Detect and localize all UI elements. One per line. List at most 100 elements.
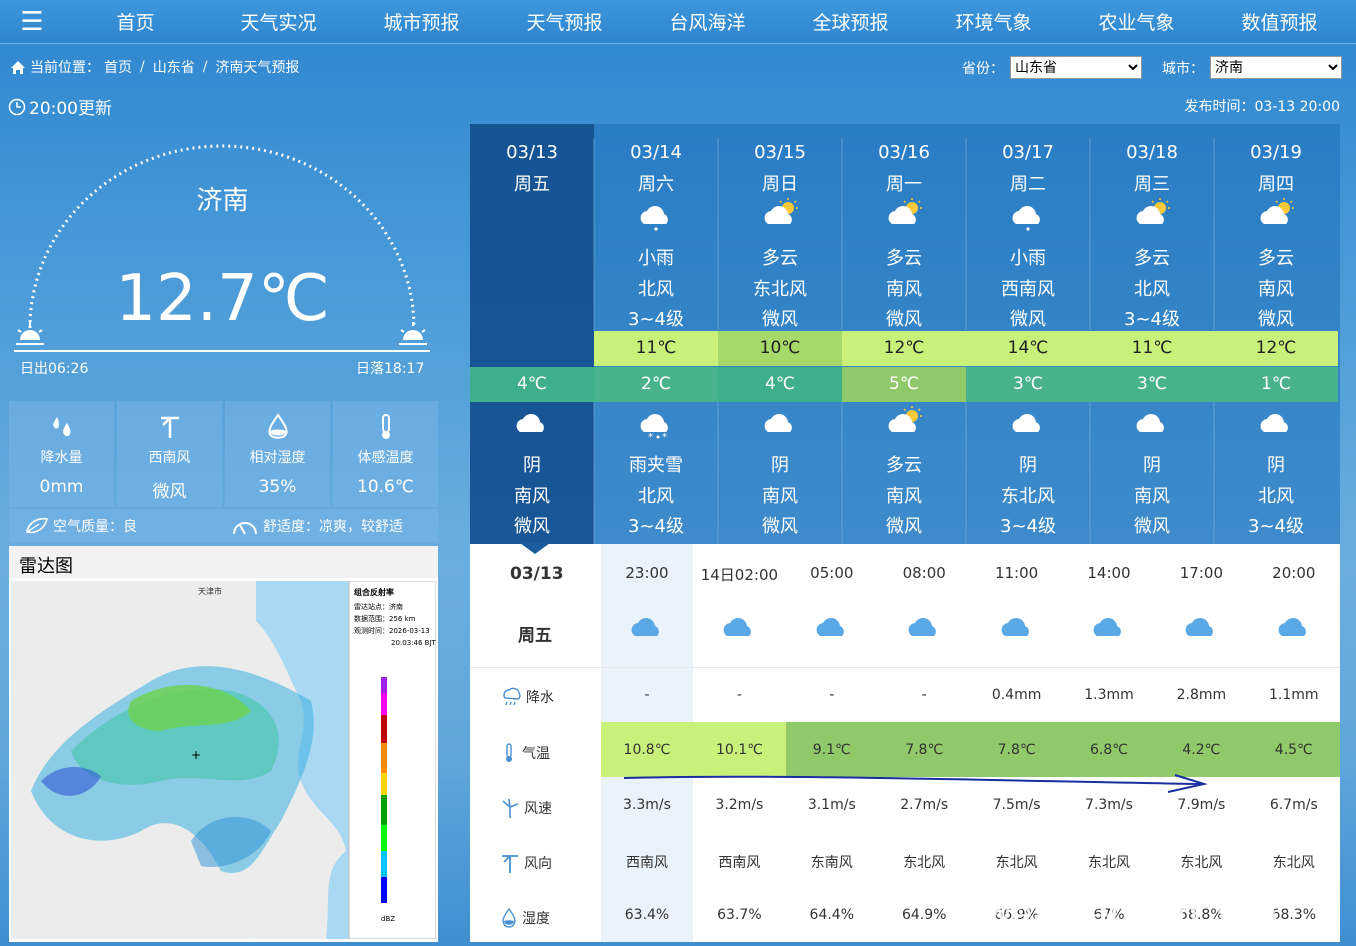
thermometer-icon xyxy=(506,743,512,762)
breadcrumb-home[interactable]: 首页 xyxy=(104,57,132,77)
hour-wind-dir: 西南风 xyxy=(626,855,668,871)
cloud-icon xyxy=(1256,406,1296,445)
day-low-temp: 2℃ xyxy=(594,367,718,402)
day-wind: 北风 xyxy=(1134,279,1170,300)
day-wind-level: 微风 xyxy=(762,309,798,330)
windmill-icon xyxy=(502,798,519,818)
nav-env[interactable]: 环境气象 xyxy=(922,8,1065,35)
leaf-icon xyxy=(26,517,48,533)
cloud-icon xyxy=(786,610,878,648)
day-high-temp: 12℃ xyxy=(1214,331,1338,366)
stat-feels-value: 10.6℃ xyxy=(357,477,414,497)
hour-humidity: 64.4% xyxy=(809,907,855,923)
nav-typhoon[interactable]: 台风海洋 xyxy=(636,8,779,35)
city-select[interactable]: 济南 xyxy=(1210,56,1342,79)
radar-panel: 雷达图 + 天津市 组合反射率 雷达站点：济南 数据范围：256 km 观测时间… xyxy=(9,546,438,942)
day-week: 周日 xyxy=(762,174,798,195)
rain-cloud-icon xyxy=(1155,610,1247,648)
svg-text:*: * xyxy=(662,432,667,440)
day-date: 03/16 xyxy=(878,142,930,163)
stat-precip: 降水量 0mm xyxy=(9,401,114,507)
comfort-index: 舒适度：凉爽，较舒适 xyxy=(263,518,403,535)
nav-global[interactable]: 全球预报 xyxy=(779,8,922,35)
hour-wind-dir: 东北风 xyxy=(1272,855,1315,871)
hour-rain: 0.4mm xyxy=(991,687,1042,703)
province-select[interactable]: 山东省 xyxy=(1010,56,1142,79)
hour-temp: 7.8℃ xyxy=(997,742,1036,758)
night-wind: 东北风 xyxy=(1001,486,1055,507)
day-week: 周五 xyxy=(514,174,550,195)
wind-vane-icon xyxy=(502,855,518,873)
day-date: 03/18 xyxy=(1126,142,1178,163)
rain-cloud-icon xyxy=(1248,610,1340,648)
day-weather: 多云 xyxy=(1258,248,1294,269)
day-week: 周二 xyxy=(1010,174,1046,195)
day-wind: 东北风 xyxy=(753,279,807,300)
day-high-temp: 14℃ xyxy=(966,331,1090,366)
nav-home[interactable]: 首页 xyxy=(64,8,207,35)
night-wind-level: 微风 xyxy=(886,516,922,537)
stat-feels: 体感温度 10.6℃ xyxy=(333,401,438,507)
day-date: 03/13 xyxy=(506,142,558,163)
svg-text:+: + xyxy=(191,748,201,762)
hour-temp: 6.8℃ xyxy=(1090,742,1128,758)
hour-time: 23:00 xyxy=(625,564,669,582)
nav-live[interactable]: 天气实况 xyxy=(207,8,350,35)
night-wind-level: 3~4级 xyxy=(628,516,684,537)
sun-divider xyxy=(14,350,430,352)
night-weather: 阴 xyxy=(1143,455,1161,476)
hour-rain: - xyxy=(921,687,927,703)
day-week: 周六 xyxy=(638,174,674,195)
night-wind: 南风 xyxy=(1134,486,1170,507)
radar-colorbar xyxy=(381,677,387,903)
day-low-temp: 3℃ xyxy=(1090,367,1214,402)
day-high-temp: 11℃ xyxy=(594,331,718,366)
stat-wind: 西南风 微风 xyxy=(117,401,222,507)
nav-city[interactable]: 城市预报 xyxy=(350,8,493,35)
night-weather: 阴 xyxy=(771,455,789,476)
hour-rain: 1.1mm xyxy=(1269,687,1319,703)
night-wind-level: 3~4级 xyxy=(1248,516,1304,537)
gauge-icon xyxy=(233,521,257,534)
day-column: 03/15 周日 多云 东北风 微风 10℃ 4℃ 阴南风 微风 xyxy=(718,124,842,544)
nav-numeric[interactable]: 数值预报 xyxy=(1208,8,1351,35)
current-stats: 降水量 0mm 西南风 微风 相对湿度 35% 体感温度 10.6℃ xyxy=(9,401,438,507)
city-label: 城市： xyxy=(1162,60,1204,77)
hourly-week: 周五 xyxy=(518,626,552,646)
day-low-temp: 3℃ xyxy=(966,367,1090,402)
day-wind: 西南风 xyxy=(1001,279,1055,300)
night-wind: 南风 xyxy=(762,486,798,507)
hour-wind-dir: 东北风 xyxy=(995,855,1038,871)
day-column: 03/16 周一 多云 南风 微风 12℃ 5℃ 多云 南风 微风 xyxy=(842,124,966,544)
day-wind-level: 微风 xyxy=(886,309,922,330)
stat-precip-value: 0mm xyxy=(39,477,84,497)
hour-wind-dir: 东南风 xyxy=(810,855,853,871)
air-comfort-bar: 空气质量：良 舒适度：凉爽，较舒适 xyxy=(9,509,438,542)
row-label-rain: 降水 xyxy=(500,687,554,707)
breadcrumb-province[interactable]: 山东省 xyxy=(153,57,195,77)
nav-agri[interactable]: 农业气象 xyxy=(1065,8,1208,35)
radar-map[interactable]: + 天津市 组合反射率 雷达站点：济南 数据范围：256 km 观测时间：202… xyxy=(11,581,436,939)
day-column: 03/14 周六 小雨 北风 3~4级 11℃ 2℃ * * 雨夹雪 北风 3~4级 xyxy=(594,124,718,544)
hour-temp: 10.8℃ xyxy=(623,742,671,758)
nav-forecast[interactable]: 天气预报 xyxy=(493,8,636,35)
day-column: 03/17 周二 小雨 西南风 微风 14℃ 3℃ 阴东北风 3~4级 xyxy=(966,124,1090,544)
stat-precip-label: 降水量 xyxy=(40,450,83,466)
rain-cloud-icon xyxy=(971,610,1063,648)
radar-unit: dBZ xyxy=(381,915,395,923)
day-wind: 南风 xyxy=(1258,279,1294,300)
night-wind: 北风 xyxy=(1258,486,1294,507)
row-label-speed: 风速 xyxy=(500,797,552,819)
night-wind-level: 微风 xyxy=(514,516,550,537)
hour-humidity: 63.7% xyxy=(717,907,762,923)
night-wind-level: 微风 xyxy=(1134,516,1170,537)
day-date: 03/14 xyxy=(630,142,682,163)
menu-icon[interactable]: ☰ xyxy=(0,7,64,37)
stat-humidity: 相对湿度 35% xyxy=(225,401,330,507)
stat-feels-label: 体感温度 xyxy=(357,450,414,466)
stat-humidity-value: 35% xyxy=(258,477,297,497)
humidity-icon xyxy=(502,907,516,928)
current-temp: 12.7℃ xyxy=(115,262,330,336)
svg-text:*: * xyxy=(648,432,653,440)
cloud-icon xyxy=(760,406,800,445)
